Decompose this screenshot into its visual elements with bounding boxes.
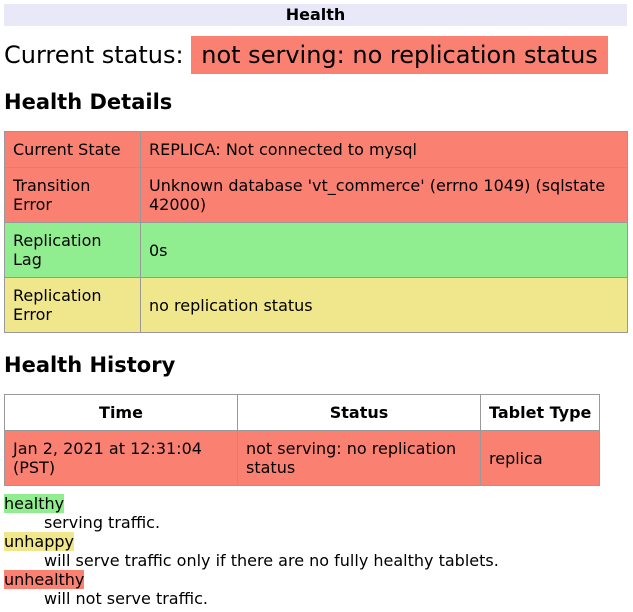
table-row: Jan 2, 2021 at 12:31:04 (PST) not servin… <box>5 431 600 486</box>
legend-description: will serve traffic only if there are no … <box>44 551 627 570</box>
column-header-status: Status <box>238 395 481 431</box>
detail-value: Unknown database 'vt_commerce' (errno 10… <box>141 168 628 223</box>
detail-value: no replication status <box>141 278 628 333</box>
detail-value: REPLICA: Not connected to mysql <box>141 132 628 168</box>
legend-description: will not serve traffic. <box>44 589 627 608</box>
legend-term-healthy: healthy <box>4 494 64 513</box>
detail-label: Replication Error <box>5 278 141 333</box>
page-title-bar: Health <box>4 4 627 26</box>
current-status-badge: not serving: no replication status <box>191 36 608 74</box>
table-row: Replication Lag 0s <box>5 223 628 278</box>
table-header-row: Time Status Tablet Type <box>5 395 600 431</box>
legend-description: serving traffic. <box>44 513 627 532</box>
legend-term: healthy <box>4 494 627 513</box>
column-header-time: Time <box>5 395 238 431</box>
detail-label: Current State <box>5 132 141 168</box>
detail-value: 0s <box>141 223 628 278</box>
table-row: Replication Error no replication status <box>5 278 628 333</box>
table-row: Current State REPLICA: Not connected to … <box>5 132 628 168</box>
health-details-heading: Health Details <box>4 90 627 114</box>
legend-term-unhappy: unhappy <box>4 532 74 551</box>
page-title: Health <box>286 5 346 24</box>
legend-term-unhealthy: unhealthy <box>4 570 84 589</box>
legend-term: unhealthy <box>4 570 627 589</box>
table-row: Transition Error Unknown database 'vt_co… <box>5 168 628 223</box>
detail-label: Replication Lag <box>5 223 141 278</box>
column-header-tablet-type: Tablet Type <box>481 395 600 431</box>
history-time: Jan 2, 2021 at 12:31:04 (PST) <box>5 431 238 486</box>
history-tablet-type: replica <box>481 431 600 486</box>
legend-term: unhappy <box>4 532 627 551</box>
current-status-line: Current status: not serving: no replicat… <box>4 40 627 70</box>
health-history-table: Time Status Tablet Type Jan 2, 2021 at 1… <box>4 394 600 486</box>
health-history-heading: Health History <box>4 353 627 377</box>
detail-label: Transition Error <box>5 168 141 223</box>
current-status-label: Current status: <box>4 41 184 69</box>
health-details-table: Current State REPLICA: Not connected to … <box>4 131 628 333</box>
status-legend: healthy serving traffic. unhappy will se… <box>4 494 627 608</box>
history-status: not serving: no replication status <box>238 431 481 486</box>
